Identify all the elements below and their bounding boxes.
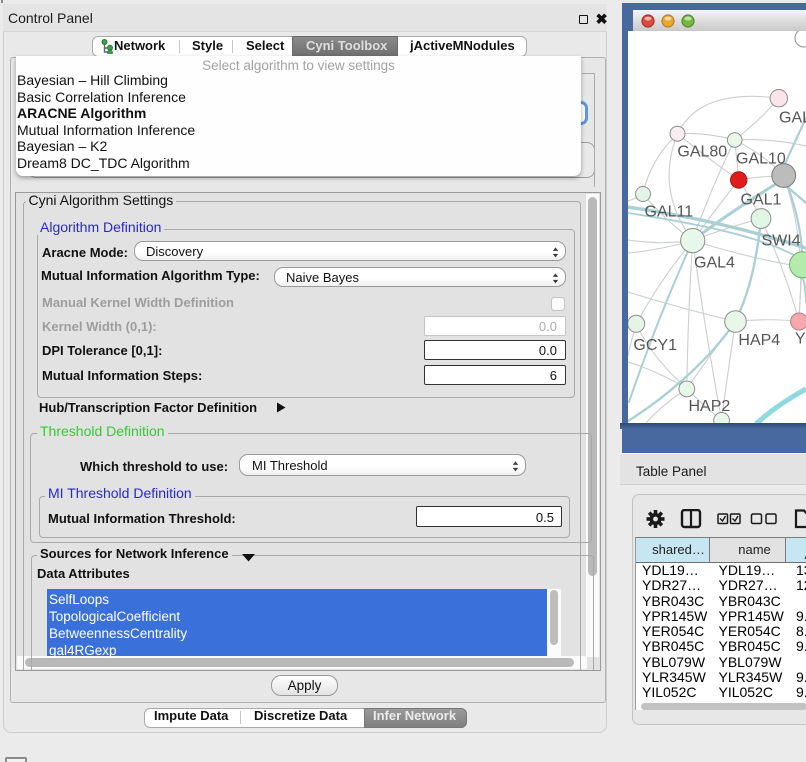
svg-text:HAP4: HAP4 <box>738 332 780 349</box>
svg-text:GAL2: GAL2 <box>779 110 806 127</box>
svg-text:GAL1: GAL1 <box>741 192 782 209</box>
svg-text:GAL4: GAL4 <box>694 255 735 272</box>
svg-text:GCY1: GCY1 <box>633 337 677 354</box>
svg-text:GAL11: GAL11 <box>645 204 694 221</box>
svg-text:GAL80: GAL80 <box>677 143 727 160</box>
svg-text:GAL10: GAL10 <box>736 150 786 167</box>
svg-text:HAP2: HAP2 <box>689 398 731 415</box>
svg-text:Y: Y <box>795 331 806 348</box>
svg-text:SWI4: SWI4 <box>762 232 801 249</box>
